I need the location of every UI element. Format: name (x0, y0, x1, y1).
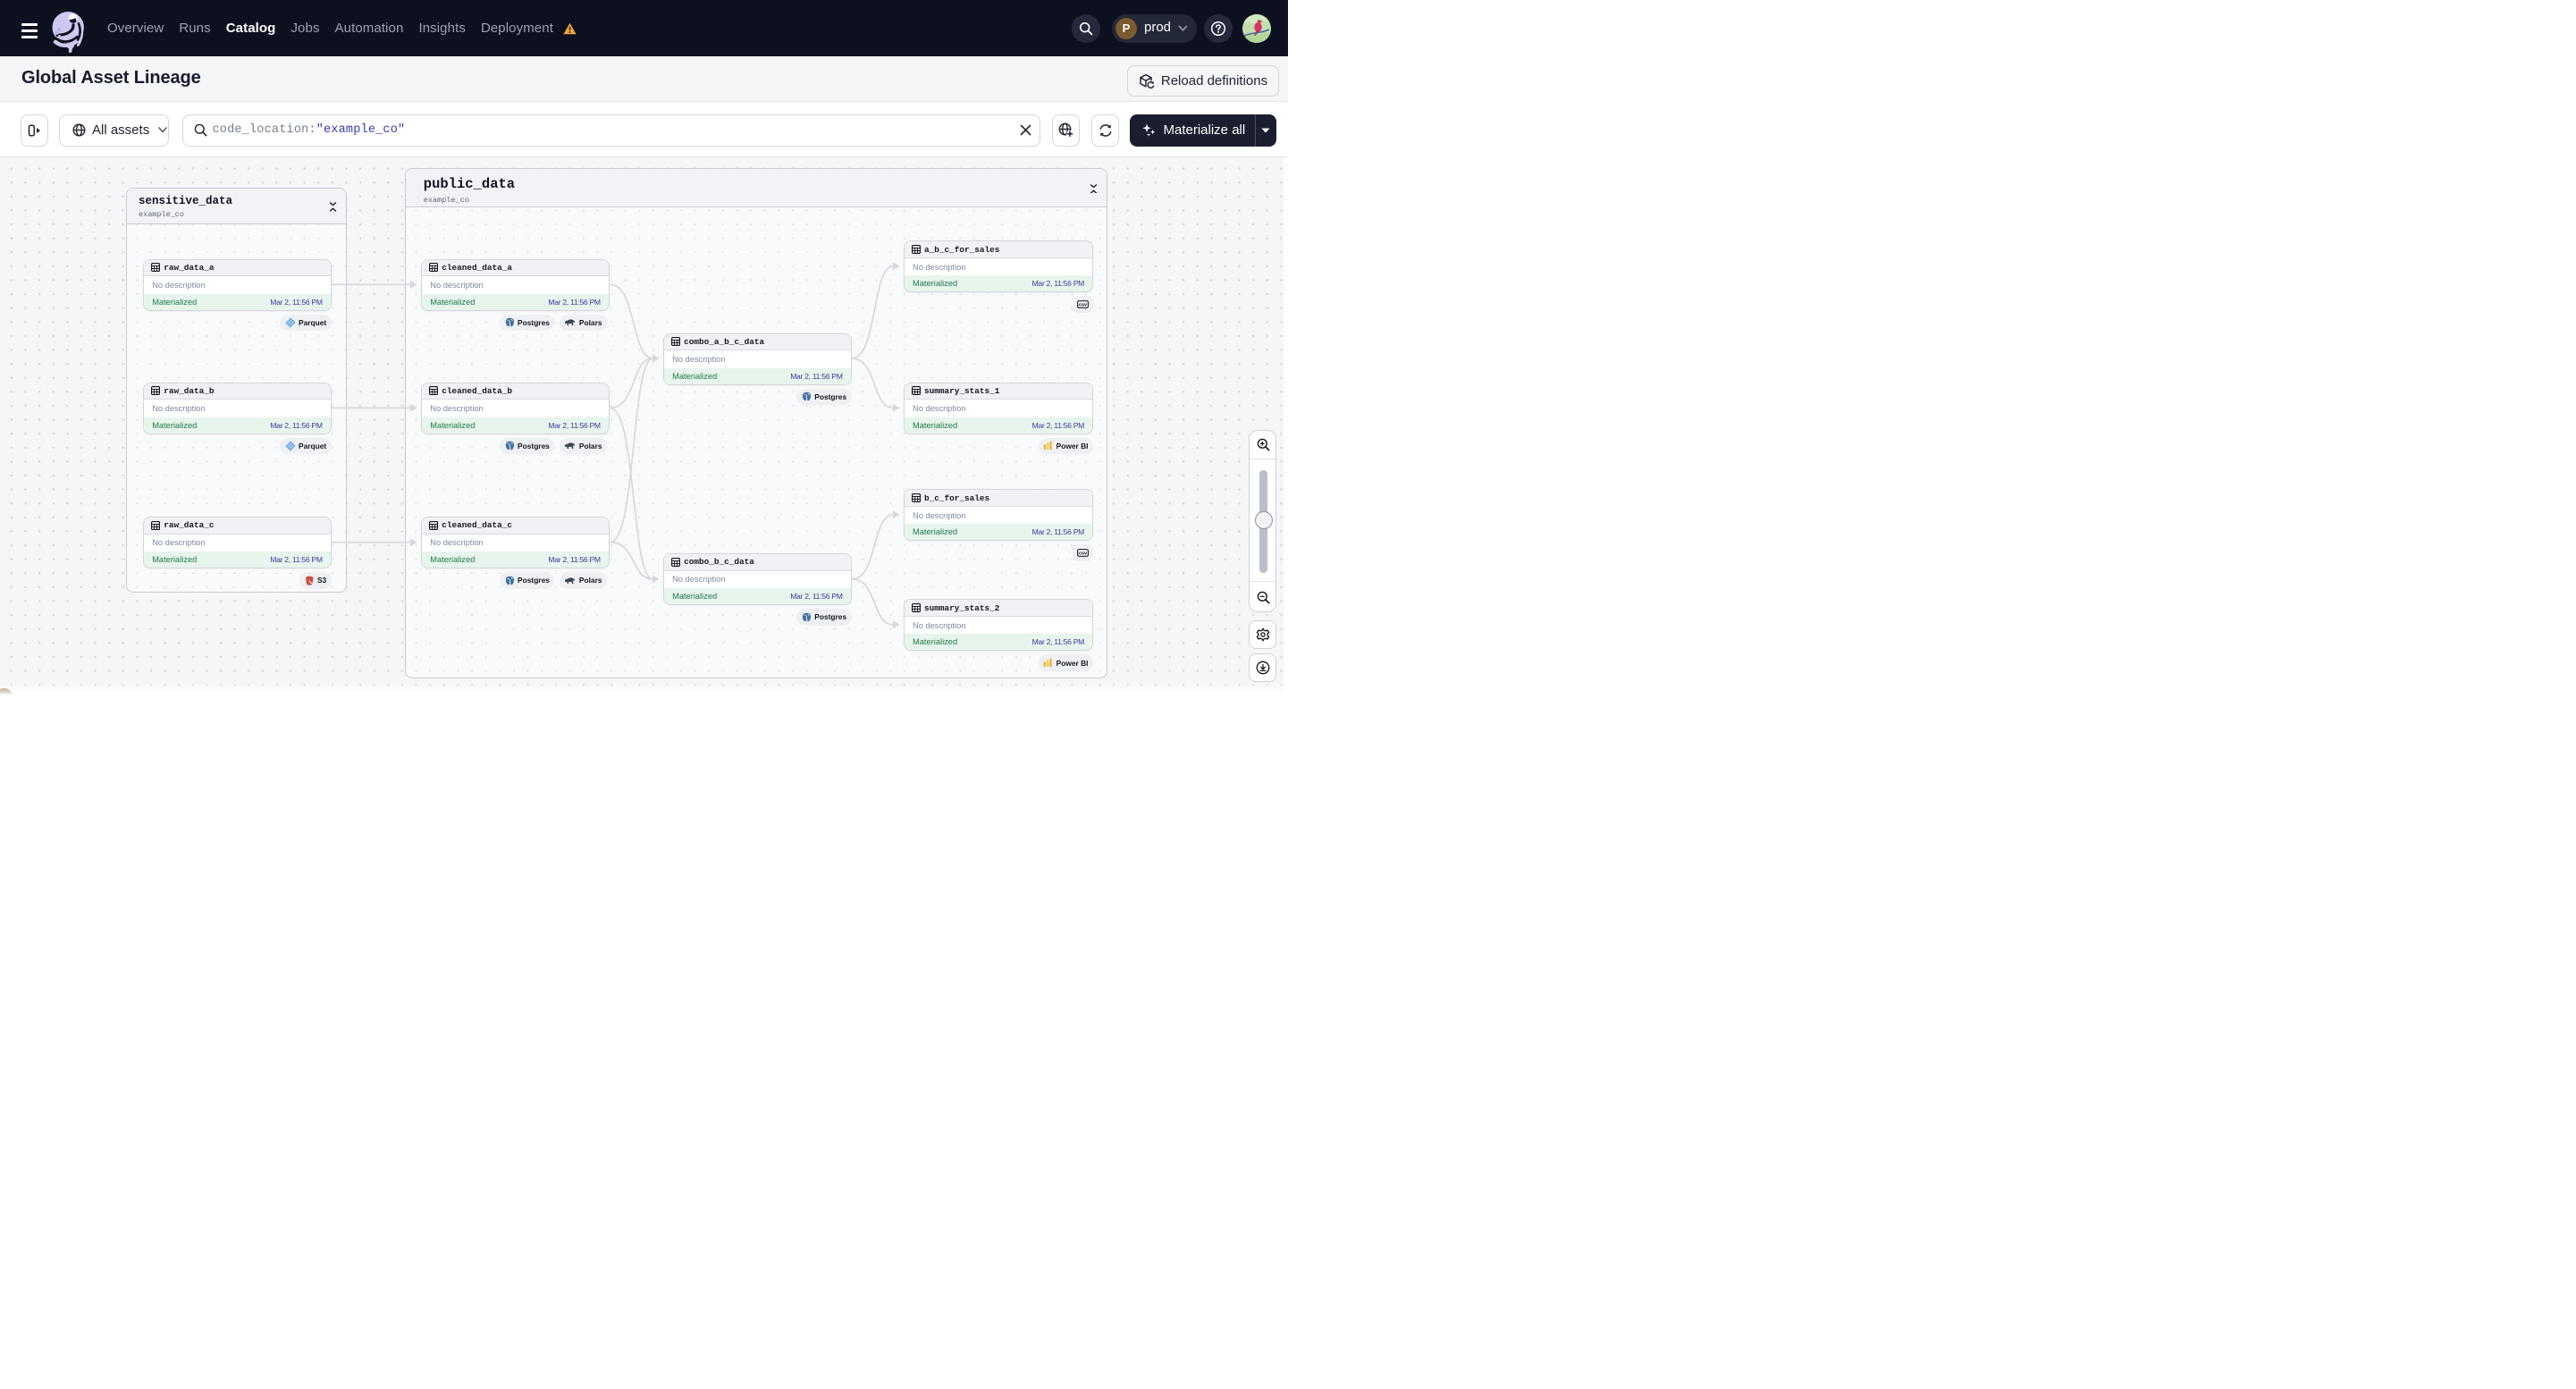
svg-text:csv: csv (1079, 551, 1087, 557)
svg-text:csv: csv (1079, 303, 1087, 308)
